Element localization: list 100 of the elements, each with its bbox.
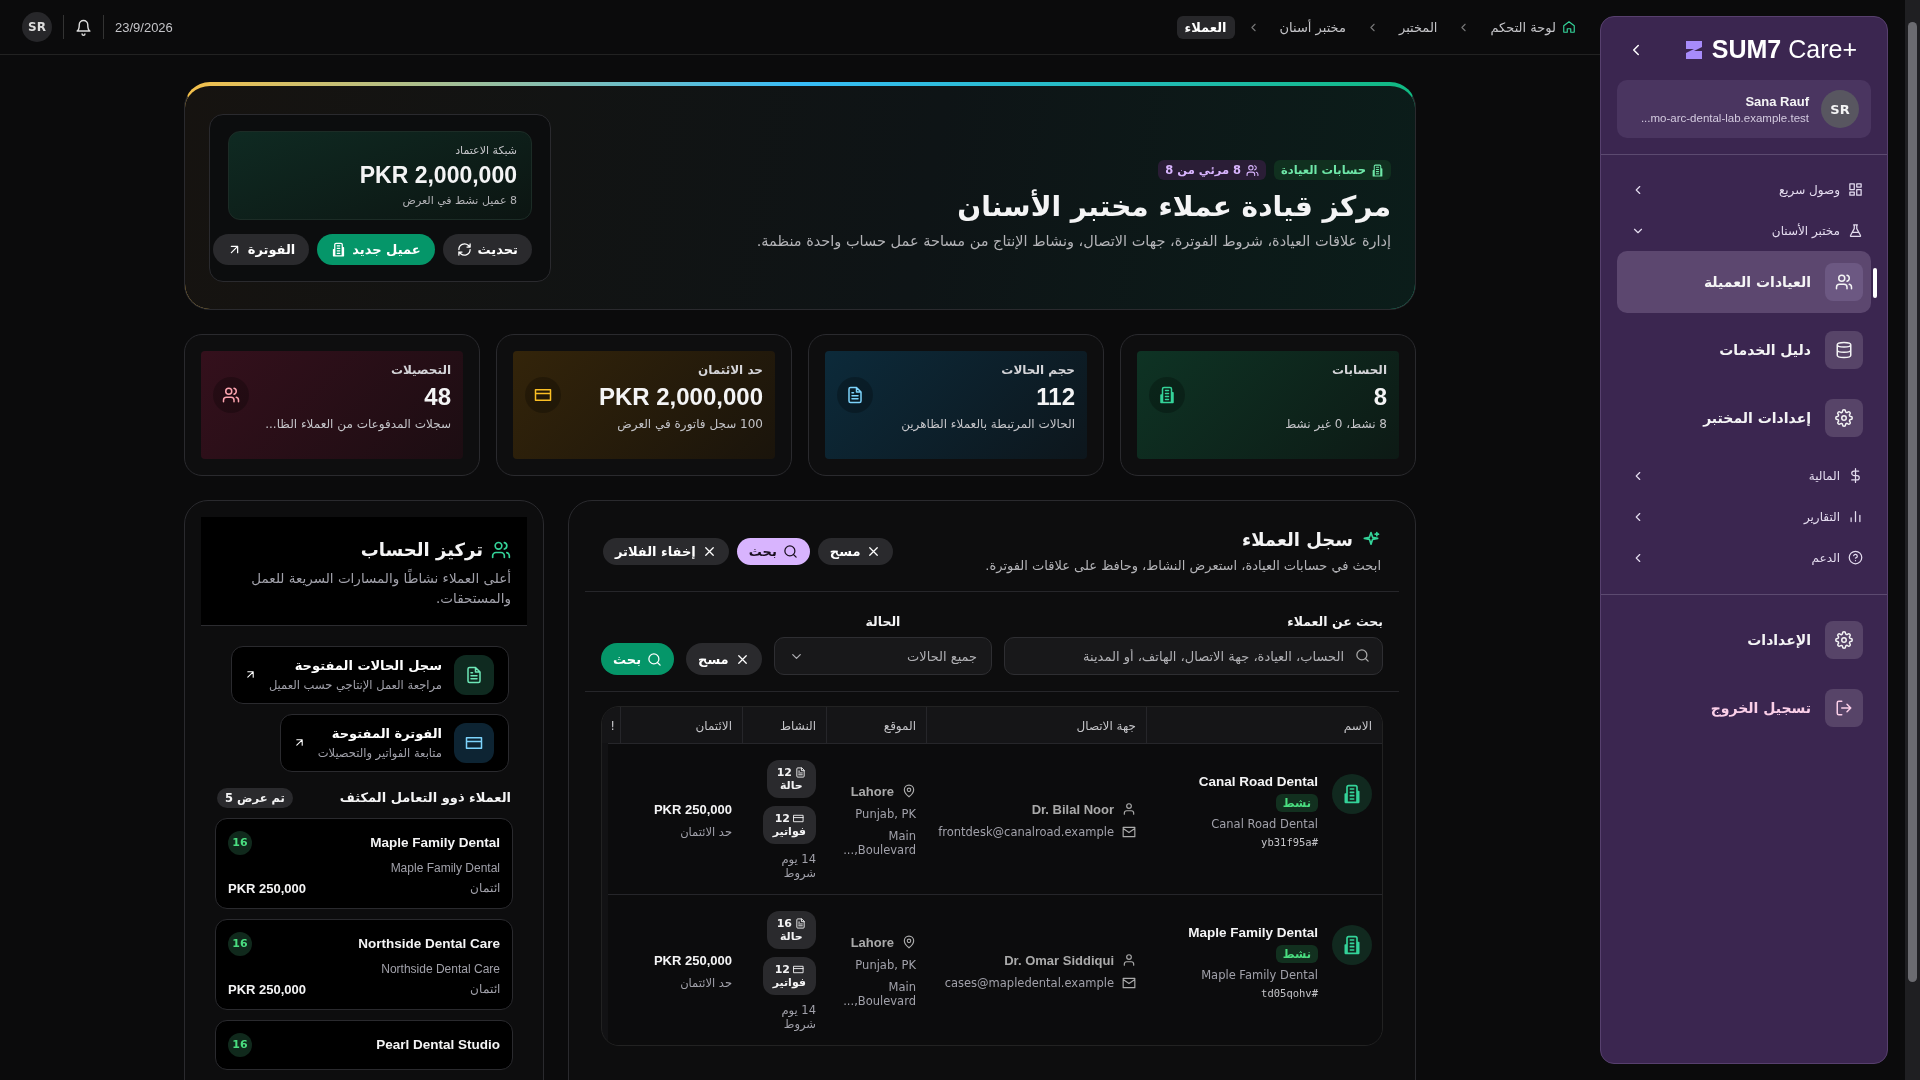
nav-group[interactable]: الدعم — [1617, 537, 1871, 578]
document-icon — [465, 665, 483, 684]
nav-item[interactable]: دليل الخدمات — [1617, 319, 1871, 381]
quick-link[interactable]: سجل الحالات المفتوحة مراجعة العمل الإنتاجي حسب العميل — [230, 645, 509, 704]
flask-icon — [1848, 223, 1863, 238]
contact-name: Dr. Omar Siddiqui — [1004, 952, 1114, 968]
region-text: Punjab, PK — [855, 806, 916, 821]
stat-note: 8 نشط، 0 غير نشط — [1285, 417, 1387, 431]
billing-button[interactable]: الفوترة — [212, 233, 310, 265]
stat-label: حد الائتمان — [697, 363, 763, 377]
column-header[interactable]: ! — [602, 707, 620, 743]
document-icon — [795, 767, 806, 778]
card-icon — [534, 386, 552, 404]
user-email: ...mo-arc-dental-lab.example.test — [1640, 112, 1809, 124]
bell-icon — [75, 18, 92, 36]
credit-amount: PKR 250,000 — [653, 952, 732, 968]
credit-value: PKR 2,000,000 — [358, 161, 517, 189]
clear-button[interactable]: مسح — [686, 643, 762, 675]
credit-amount: PKR 250,000 — [653, 801, 732, 817]
help-icon — [1848, 550, 1863, 565]
building-icon — [1342, 784, 1362, 804]
settings-item[interactable]: الإعدادات — [1617, 609, 1871, 671]
status-tag: نشط — [1275, 794, 1318, 812]
terms-text: 14 يوم شروط — [780, 1003, 816, 1031]
section-title: سجل العملاء — [1241, 529, 1353, 550]
stat-value: 48 — [423, 383, 451, 411]
document-icon — [846, 386, 864, 404]
section-title: تركيز الحساب — [360, 539, 483, 560]
city-text: Lahore — [850, 783, 894, 799]
refresh-button[interactable]: تحديث — [442, 233, 532, 265]
terms-text: 14 يوم شروط — [780, 852, 816, 880]
search-icon — [1355, 648, 1370, 663]
tag: حسابات العيادة — [1274, 160, 1391, 180]
client-name[interactable]: Canal Road Dental — [1198, 774, 1318, 789]
nav-group[interactable]: مختبر الأسنان — [1617, 210, 1871, 251]
user-name: Sana Rauf — [1744, 94, 1809, 109]
document-icon — [795, 918, 806, 929]
scrollbar-thumb[interactable] — [1908, 22, 1917, 982]
contact-email: cases@mapledental.example — [944, 975, 1114, 990]
client-name: Pearl Dental Studio — [376, 1037, 500, 1052]
users-icon — [222, 386, 240, 404]
notifications-button[interactable] — [75, 18, 92, 36]
search-icon — [782, 543, 798, 559]
refresh-icon — [456, 241, 472, 257]
search-icon — [647, 651, 662, 667]
breadcrumb[interactable]: لوحة التحكم — [1482, 15, 1584, 39]
card-icon — [793, 964, 804, 975]
stat-note: سجلات المدفوعات من العملاء الظا... — [265, 417, 451, 431]
stat-label: حجم الحالات — [1000, 363, 1075, 377]
breadcrumb[interactable]: العملاء — [1176, 15, 1235, 39]
users-icon — [1246, 163, 1260, 177]
building-icon — [1158, 386, 1176, 404]
clinic-name: Maple Family Dental — [1201, 968, 1318, 982]
address-text: Main Boulevard,... — [846, 979, 916, 1008]
client-code: #td05qohv — [1261, 987, 1318, 999]
logout-item[interactable]: تسجيل الخروج — [1617, 677, 1871, 739]
nav-item[interactable]: إعدادات المختبر — [1617, 387, 1871, 449]
search-button[interactable]: بحث — [736, 537, 810, 565]
user-card[interactable]: SR Sana Rauf ...mo-arc-dental-lab.example.test — [1617, 80, 1871, 138]
field-label: بحث عن العملاء — [1287, 614, 1383, 629]
status-dropdown[interactable]: جميع الحالات — [773, 637, 993, 675]
nav-group[interactable]: التقارير — [1617, 496, 1871, 537]
building-icon — [1342, 935, 1362, 955]
scrollbar[interactable] — [1905, 0, 1920, 1080]
home-icon — [1562, 20, 1576, 34]
breadcrumb[interactable]: المختبر — [1390, 15, 1446, 39]
count-tag: 16 — [228, 1032, 252, 1057]
quick-link[interactable]: الفوترة المفتوحة متابعة الفواتير والتحصيلات — [279, 713, 509, 772]
logo-text: SUM7 Care+ — [1711, 35, 1857, 64]
client-name[interactable]: Maple Family Dental — [1188, 925, 1318, 940]
user-icon — [1122, 802, 1136, 816]
breadcrumb[interactable]: مختبر أسنان — [1271, 15, 1354, 39]
list-title: العملاء ذوو التعامل المكثف — [339, 790, 511, 805]
tag: 8 مرئي من 8 — [1158, 160, 1267, 180]
page-subtitle: إدارة علاقات العيادة، شروط الفوترة، جهات الاتصال، ونشاط الإنتاج من مساحة عمل حساب واحدة منظمة. — [756, 233, 1391, 249]
client-name: Northside Dental Care — [358, 936, 500, 951]
region-text: Punjab, PK — [855, 957, 916, 972]
stat-value: 8 — [1372, 383, 1387, 411]
status-tag: نشط — [1275, 945, 1318, 963]
user-icon — [1122, 953, 1136, 967]
nav-group[interactable]: المالية — [1617, 455, 1871, 496]
credit-note: 8 عميل نشط في العرض — [401, 193, 517, 207]
credit-caption: ائتمان — [470, 881, 500, 895]
grid-icon — [1848, 182, 1863, 197]
field-label: الحالة — [865, 614, 901, 629]
nav-group[interactable]: وصول سريع — [1617, 169, 1871, 210]
clear-button[interactable]: مسح — [817, 537, 894, 565]
database-icon — [1835, 341, 1853, 359]
count-tag: تم عرض 5 — [217, 787, 293, 808]
avatar[interactable]: SR — [22, 12, 52, 42]
count-tag: 16 — [228, 931, 252, 956]
search-button[interactable]: بحث — [601, 643, 674, 675]
hide-filters-button[interactable]: إخفاء الفلاتر — [603, 537, 729, 565]
section-description: ابحث في حسابات العيادة، استعرض النشاط، وحافظ على علاقات الفوترة. — [985, 558, 1381, 573]
mail-icon — [1122, 975, 1136, 990]
new-client-button[interactable]: عميل جديد — [317, 233, 435, 265]
clinic-name: Northside Dental Care — [380, 961, 500, 976]
settings-icon — [1835, 409, 1853, 427]
mail-icon — [1122, 824, 1136, 839]
credit-caption: حد الائتمان — [680, 975, 732, 990]
